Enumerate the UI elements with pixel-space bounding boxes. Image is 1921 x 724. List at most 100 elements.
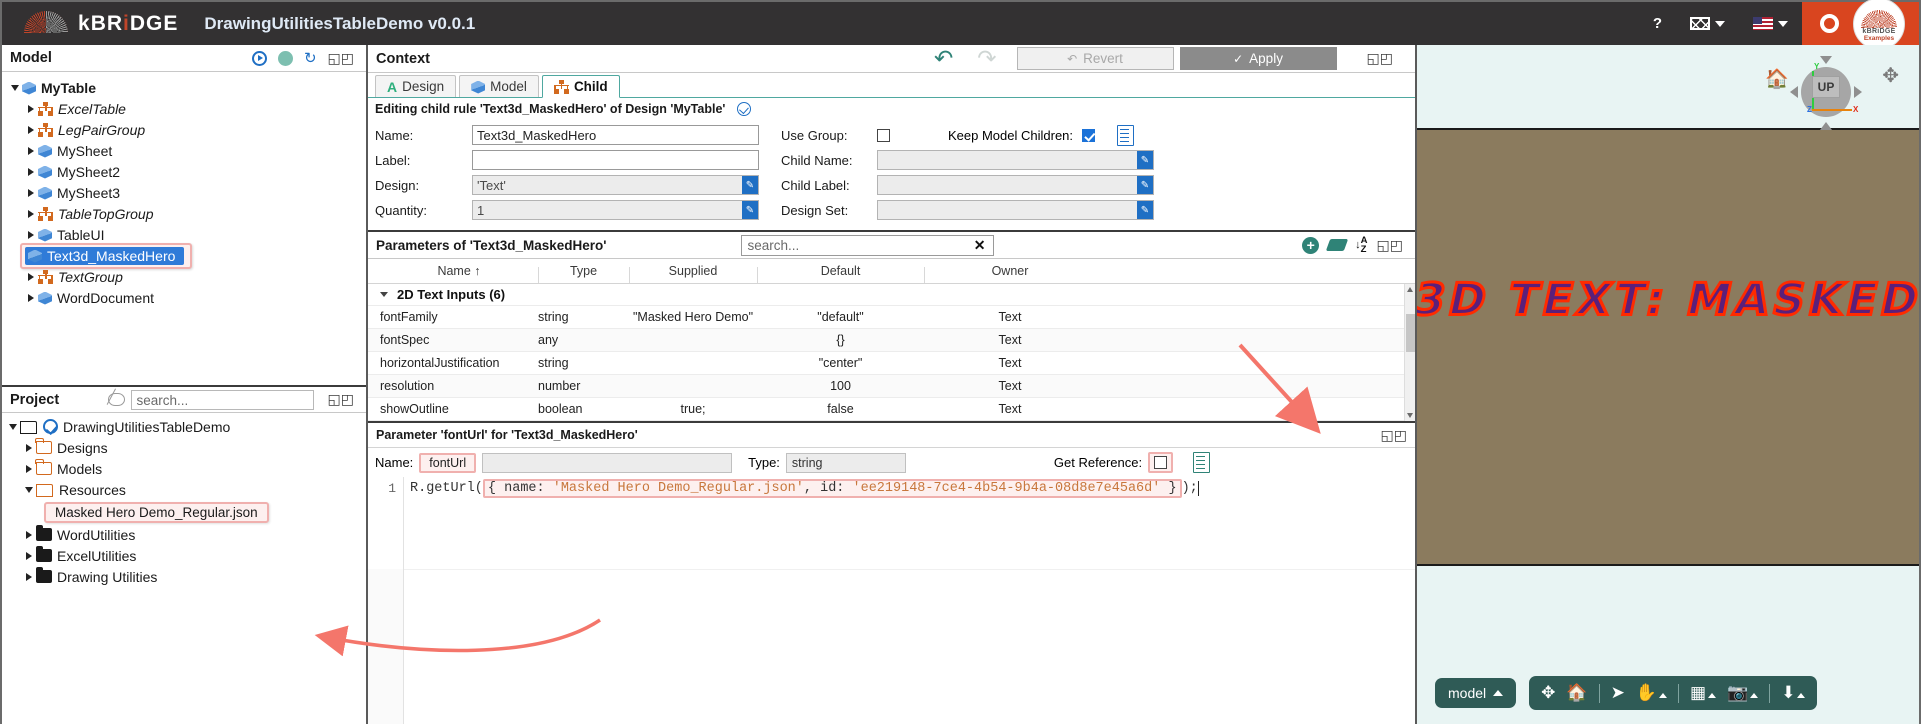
fit-icon[interactable]: ✥ xyxy=(1541,683,1555,703)
download-icon[interactable]: ⬇ xyxy=(1781,683,1806,703)
expand-icon[interactable]: ◱◰ xyxy=(1337,50,1407,67)
add-circle-icon[interactable]: + xyxy=(1302,236,1320,254)
column-header-supplied[interactable]: Supplied xyxy=(629,264,757,283)
tree-twisty[interactable] xyxy=(22,530,36,539)
project-tree-item[interactable]: Models xyxy=(2,458,366,479)
parameter-group-row[interactable]: 2D Text Inputs (6) xyxy=(368,284,1404,306)
status-dot-icon[interactable] xyxy=(277,50,293,66)
expand-icon[interactable]: ◱◰ xyxy=(1377,237,1403,254)
keep-model-children-checkbox[interactable] xyxy=(1082,128,1096,142)
nav-right-arrow-icon[interactable] xyxy=(1854,86,1862,98)
code-line[interactable]: R.getUrl({ name: 'Masked Hero Demo_Regul… xyxy=(404,477,1207,569)
pan-hand-icon[interactable]: ✋ xyxy=(1636,683,1667,703)
tab-child[interactable]: Child xyxy=(541,75,620,98)
project-tree-item[interactable]: WordUtilities xyxy=(2,524,366,545)
messages-menu[interactable] xyxy=(1676,17,1739,30)
project-tree-item[interactable]: Resources xyxy=(2,479,366,500)
tree-twisty[interactable] xyxy=(22,464,36,473)
quantity-field[interactable]: 1 ✎ xyxy=(472,200,759,220)
nav-left-arrow-icon[interactable] xyxy=(1790,86,1798,98)
scroll-thumb[interactable] xyxy=(1406,314,1415,352)
home-icon[interactable]: 🏠 xyxy=(1765,67,1789,91)
tree-twisty[interactable] xyxy=(24,146,38,155)
select-arrow-icon[interactable]: ➤ xyxy=(1611,683,1625,703)
tree-twisty[interactable] xyxy=(22,551,36,560)
gear-icon[interactable] xyxy=(1820,14,1839,33)
param-type-field[interactable]: string xyxy=(785,452,906,473)
edit-pencil-icon[interactable]: ✎ xyxy=(1137,176,1153,194)
expand-icon[interactable]: ◱◰ xyxy=(328,391,354,408)
model-tree-item[interactable]: MySheet xyxy=(2,140,366,161)
navigation-cube[interactable]: Y X Z UP xyxy=(1790,56,1862,130)
project-tree-item[interactable]: Drawing Utilities xyxy=(2,566,366,587)
sort-az-icon[interactable]: ↓ A Z xyxy=(1355,236,1367,255)
nav-cube-face[interactable]: UP xyxy=(1812,76,1840,98)
model-tree-item[interactable]: TableUI xyxy=(2,224,366,245)
model-tree-item[interactable]: MyTable xyxy=(2,77,366,98)
project-tree-item-highlighted[interactable]: Masked Hero Demo_Regular.json xyxy=(2,500,366,524)
project-search-input[interactable]: search... xyxy=(130,389,314,410)
table-row[interactable]: showOutline boolean true; false Text xyxy=(368,398,1404,421)
table-row[interactable]: fontFamily string "Masked Hero Demo" "defau… xyxy=(368,306,1404,329)
column-header-owner[interactable]: Owner xyxy=(924,264,1096,283)
design-field[interactable]: 'Text' ✎ xyxy=(472,175,759,195)
column-header-name[interactable]: Name ↑ xyxy=(368,264,538,278)
tree-twisty[interactable] xyxy=(24,188,38,197)
nav-up-arrow-icon[interactable] xyxy=(1820,56,1832,64)
model-tree-item[interactable]: WordDocument xyxy=(2,287,366,308)
document-icon[interactable] xyxy=(1117,124,1135,146)
tree-twisty[interactable] xyxy=(24,272,38,281)
edit-pencil-icon[interactable]: ✎ xyxy=(742,201,758,219)
tree-twisty[interactable] xyxy=(6,423,20,430)
tree-twisty[interactable] xyxy=(24,209,38,218)
column-header-type[interactable]: Type xyxy=(538,264,629,283)
parameters-search-input[interactable]: search... ✕ xyxy=(740,234,994,256)
label-field[interactable] xyxy=(472,150,759,170)
model-tree[interactable]: MyTable ExcelTable LegPairGroup MySheet MySh… xyxy=(2,72,366,385)
scroll-up-icon[interactable] xyxy=(1407,287,1413,292)
context-tabs[interactable]: A Design Model Child xyxy=(368,73,1415,98)
model-tree-item-selected[interactable]: Text3d_MaskedHero xyxy=(2,242,366,269)
child-label-field[interactable]: ✎ xyxy=(877,175,1154,195)
tree-twisty[interactable] xyxy=(22,572,36,581)
model-tree-item[interactable]: TextGroup xyxy=(2,266,366,287)
table-row[interactable]: resolution number 100 Text xyxy=(368,375,1404,398)
expand-icon[interactable]: ◱◰ xyxy=(1381,427,1407,444)
3d-viewport[interactable]: 3D TEXT: MASKED 🏠 ✥ Y X Z UP model ✥ 🏠 ➤… xyxy=(1417,45,1919,724)
apply-button[interactable]: ✓ Apply xyxy=(1179,47,1337,70)
project-tree-item[interactable]: ExcelUtilities xyxy=(2,545,366,566)
tree-twisty[interactable] xyxy=(8,84,22,91)
tree-twisty[interactable] xyxy=(22,486,36,493)
refresh-icon[interactable]: ↻ xyxy=(304,51,317,66)
project-tree[interactable]: DrawingUtilitiesTableDemo Designs Models Re… xyxy=(2,413,366,724)
clear-x-icon[interactable]: ✕ xyxy=(974,237,986,254)
tab-model[interactable]: Model xyxy=(459,75,539,97)
tree-twisty[interactable] xyxy=(24,167,38,176)
code-editor-body[interactable] xyxy=(404,569,1415,724)
language-menu[interactable] xyxy=(1739,17,1802,30)
eraser-icon[interactable] xyxy=(1325,239,1349,251)
hidden-eye-icon[interactable] xyxy=(107,393,125,406)
model-tree-item[interactable]: ExcelTable xyxy=(2,98,366,119)
redo-icon[interactable]: ↷ xyxy=(965,47,1008,70)
code-editor[interactable]: 1 R.getUrl({ name: 'Masked Hero Demo_Reg… xyxy=(368,477,1415,569)
model-tree-item[interactable]: LegPairGroup xyxy=(2,119,366,140)
tree-twisty[interactable] xyxy=(24,230,38,239)
home-icon[interactable]: 🏠 xyxy=(1566,683,1587,703)
table-row[interactable]: horizontalJustification string "center" Tex… xyxy=(368,352,1404,375)
edit-pencil-icon[interactable]: ✎ xyxy=(742,176,758,194)
use-group-checkbox[interactable] xyxy=(877,128,890,142)
model-tree-item[interactable]: MySheet3 xyxy=(2,182,366,203)
project-tree-item[interactable]: DrawingUtilitiesTableDemo xyxy=(2,416,366,437)
edit-pencil-icon[interactable]: ✎ xyxy=(1137,201,1153,219)
name-field[interactable]: Text3d_MaskedHero xyxy=(472,125,759,145)
selected-node[interactable]: Text3d_MaskedHero xyxy=(25,246,185,265)
model-dropdown-button[interactable]: model xyxy=(1435,678,1517,708)
param-name-field[interactable]: fontUrl xyxy=(419,452,477,473)
design-set-field[interactable]: ✎ xyxy=(877,200,1154,220)
parameters-scrollbar[interactable] xyxy=(1404,284,1415,421)
scroll-down-icon[interactable] xyxy=(1407,413,1413,418)
tree-twisty[interactable] xyxy=(24,293,38,302)
column-header-default[interactable]: Default xyxy=(757,264,924,283)
document-icon[interactable] xyxy=(1193,452,1211,473)
